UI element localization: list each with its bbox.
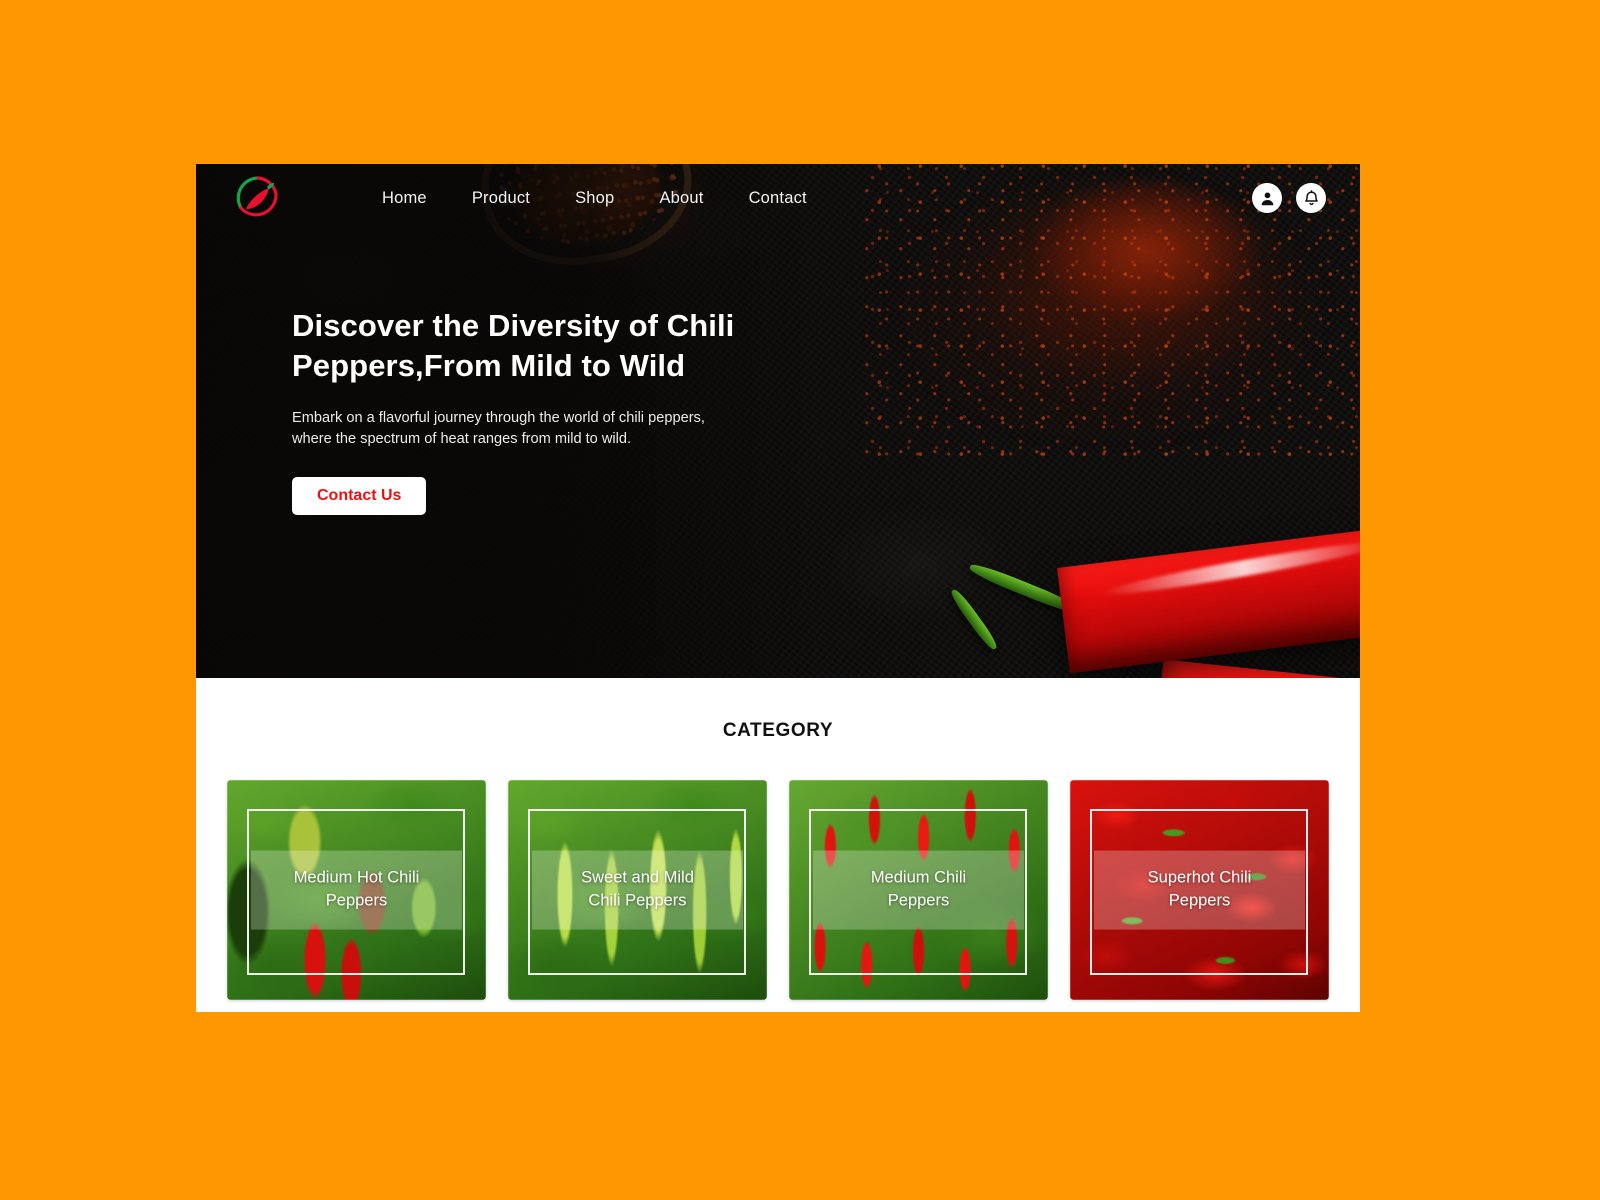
hero-section: Home Product Shop About Contact Discover… [196, 164, 1360, 678]
nav-links: Home Product Shop About Contact [382, 189, 807, 208]
hero-copy: Discover the Diversity of Chili Peppers,… [292, 306, 852, 515]
nav-link-shop[interactable]: Shop [575, 189, 614, 208]
nav-link-about[interactable]: About [659, 189, 703, 208]
nav-link-product[interactable]: Product [472, 189, 530, 208]
hero-title: Discover the Diversity of Chili Peppers,… [292, 308, 735, 384]
category-card-superhot[interactable]: Superhot Chili Peppers [1070, 780, 1329, 1000]
category-section: CATEGORY Medium Hot Chili Peppers Sweet … [196, 678, 1360, 1012]
category-card-label: Superhot Chili Peppers [1094, 850, 1305, 930]
category-card-sweet-mild[interactable]: Sweet and Mild Chili Peppers [508, 780, 767, 1000]
contact-us-button[interactable]: Contact Us [292, 476, 427, 515]
category-card-medium-hot[interactable]: Medium Hot Chili Peppers [227, 780, 486, 1000]
category-card-label: Medium Hot Chili Peppers [251, 850, 462, 930]
nav-link-contact[interactable]: Contact [749, 189, 807, 208]
category-heading: CATEGORY [722, 720, 834, 741]
chili-pepper-logo-icon[interactable] [234, 174, 282, 222]
category-card-medium[interactable]: Medium Chili Peppers [789, 780, 1048, 1000]
nav-actions [1252, 183, 1326, 213]
website-mockup: Home Product Shop About Contact Discover… [196, 164, 1360, 1012]
user-account-icon[interactable] [1252, 183, 1282, 213]
category-card-label: Medium Chili Peppers [813, 850, 1024, 930]
category-card-label: Sweet and Mild Chili Peppers [532, 850, 743, 930]
hero-subtitle: Embark on a flavorful journey through th… [292, 409, 705, 448]
category-grid: Medium Hot Chili Peppers Sweet and Mild … [196, 780, 1360, 1000]
nav-link-home[interactable]: Home [382, 189, 427, 208]
notification-bell-icon[interactable] [1296, 183, 1326, 213]
main-navigation: Home Product Shop About Contact [196, 164, 1360, 232]
